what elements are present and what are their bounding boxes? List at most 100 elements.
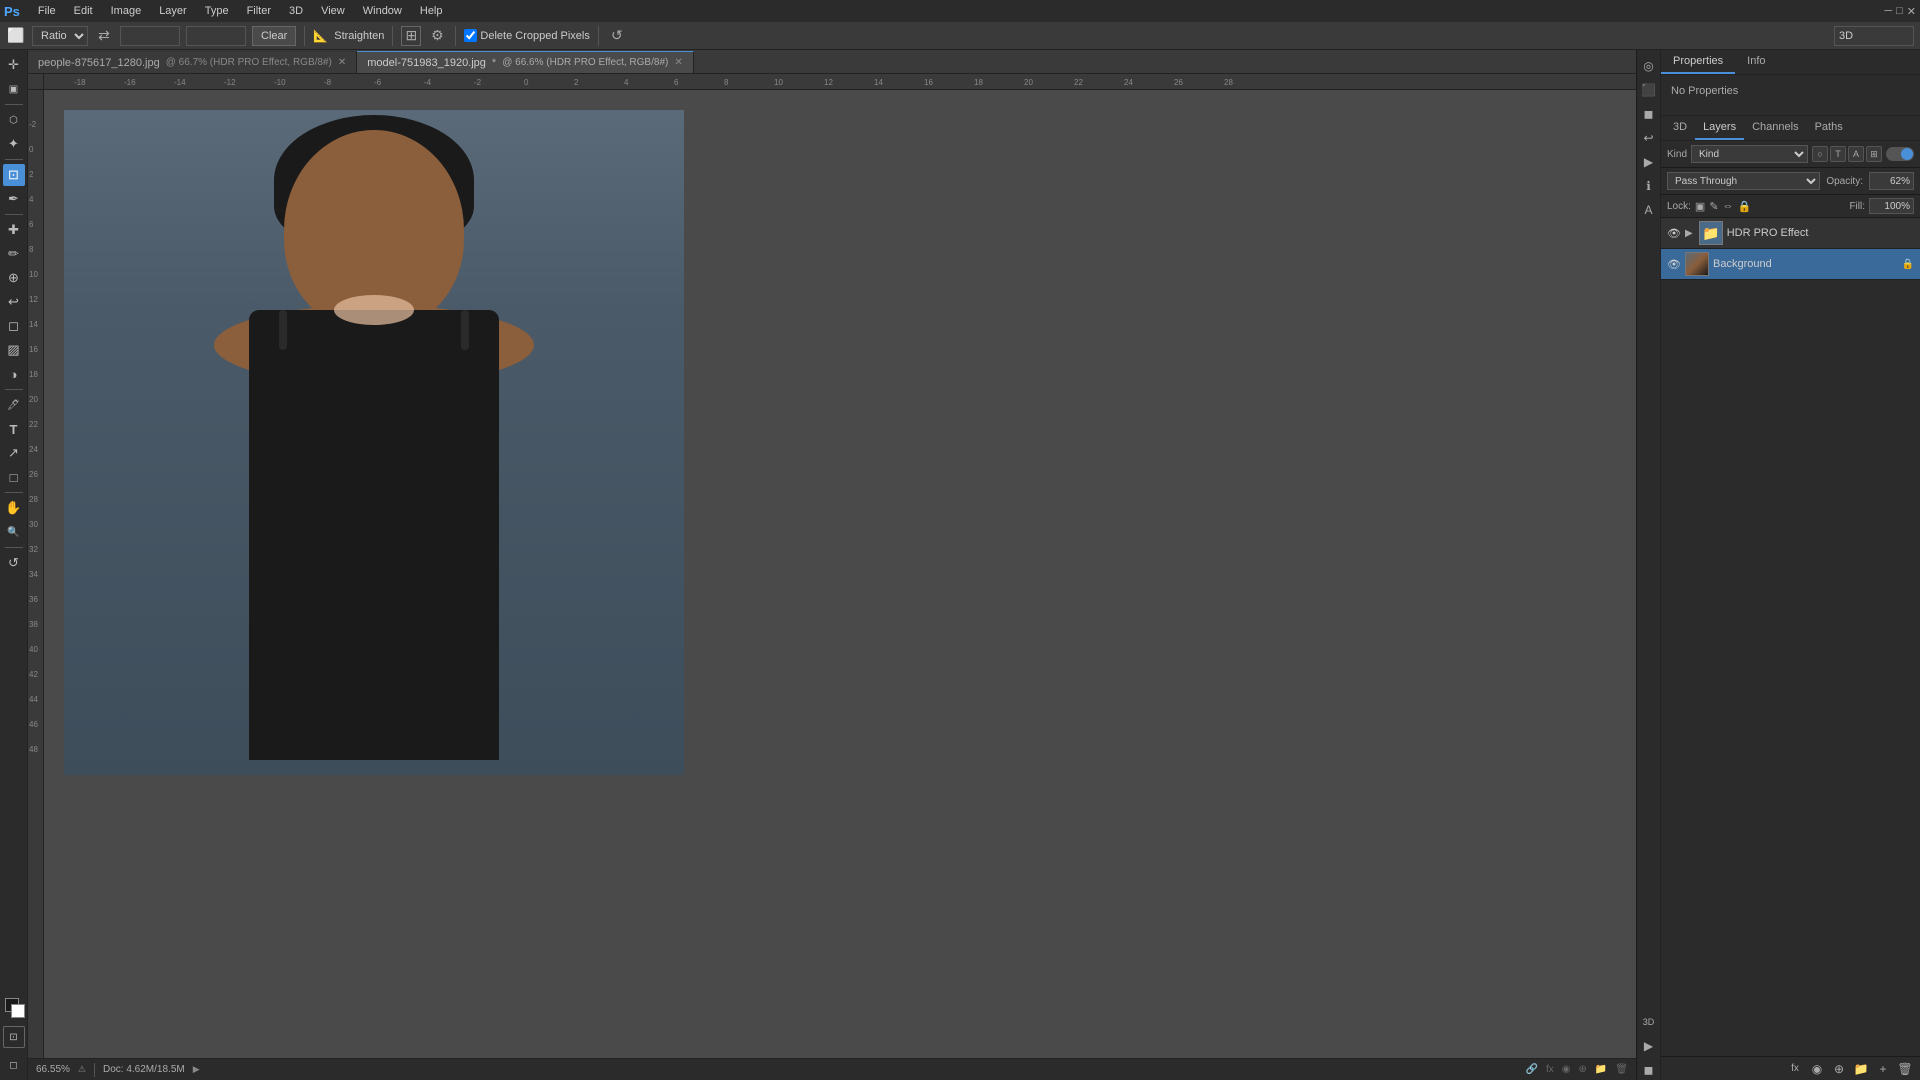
zoom-tool[interactable]: 🔍 (3, 521, 25, 543)
path-select-tool[interactable]: ↗ (3, 442, 25, 464)
layer-group-visibility-icon[interactable]: 👁 (1667, 226, 1681, 240)
reset-icon[interactable]: ↺ (607, 26, 627, 46)
menu-file[interactable]: File (30, 3, 64, 19)
menu-window[interactable]: Window (355, 3, 410, 19)
color-swatches[interactable] (3, 996, 25, 1020)
ratio-select[interactable]: Ratio (32, 26, 88, 46)
tab-channels[interactable]: Channels (1744, 116, 1806, 140)
layer-group-hdr[interactable]: 👁 ▶ 📁 HDR PRO Effect (1661, 218, 1920, 249)
footer-mask-icon[interactable]: ◉ (1808, 1060, 1826, 1078)
tab-layers[interactable]: Layers (1695, 116, 1744, 140)
blend-mode-select[interactable]: Pass Through (1667, 172, 1820, 190)
right-icon-channels[interactable]: ◼ (1639, 104, 1659, 124)
height-input[interactable] (186, 26, 246, 46)
right-icon-char[interactable]: A (1639, 200, 1659, 220)
filter-shape-icon[interactable]: ⊞ (1866, 146, 1882, 162)
menu-help[interactable]: Help (412, 3, 451, 19)
menu-3d[interactable]: 3D (281, 3, 311, 19)
filter-pixel-icon[interactable]: ○ (1812, 146, 1828, 162)
minimize-button[interactable]: ─ (1884, 5, 1892, 18)
text-tool[interactable]: T (3, 418, 25, 440)
hand-tool[interactable]: ✋ (3, 497, 25, 519)
layer-background[interactable]: 👁 Background 🔒 (1661, 249, 1920, 280)
filter-type-icon[interactable]: T (1830, 146, 1846, 162)
lock-transparent-icon[interactable]: ▣ (1695, 200, 1705, 213)
menu-view[interactable]: View (313, 3, 353, 19)
dodge-tool[interactable]: ◑ (3, 363, 25, 385)
heal-tool[interactable]: ✚ (3, 219, 25, 241)
opacity-input[interactable] (1869, 172, 1914, 190)
fill-input[interactable] (1869, 198, 1914, 214)
right-icon-history[interactable]: ↩ (1639, 128, 1659, 148)
delete-cropped-checkbox[interactable] (464, 29, 477, 42)
status-adjust-icon[interactable]: ⊕ (1578, 1064, 1586, 1075)
footer-new-icon[interactable]: + (1874, 1060, 1892, 1078)
close-button[interactable]: ✕ (1907, 5, 1916, 18)
tab-0-close[interactable]: ✕ (338, 57, 346, 68)
tab-info[interactable]: Info (1735, 50, 1777, 74)
canvas-scroll[interactable] (44, 90, 1636, 1058)
right-icon-info[interactable]: ℹ (1639, 176, 1659, 196)
screen-mode[interactable]: ◻ (3, 1054, 25, 1076)
status-link-icon[interactable]: 🔗 (1525, 1064, 1537, 1075)
layer-group-expand-icon[interactable]: ▶ (1685, 228, 1693, 239)
delete-cropped-label[interactable]: Delete Cropped Pixels (464, 29, 589, 42)
status-fx-button[interactable]: fx (1546, 1064, 1554, 1075)
menu-filter[interactable]: Filter (239, 3, 279, 19)
status-folder-icon[interactable]: 📁 (1595, 1064, 1607, 1075)
status-mask-icon[interactable]: ◉ (1562, 1064, 1571, 1075)
gradient-tool[interactable]: ▨ (3, 339, 25, 361)
filter-toggle[interactable] (1886, 147, 1914, 161)
tab-1-close[interactable]: ✕ (674, 57, 682, 68)
right-icon-measure[interactable]: ◼ (1639, 1060, 1659, 1080)
pen-tool[interactable]: 🖊 (3, 394, 25, 416)
maximize-button[interactable]: □ (1896, 5, 1903, 18)
lasso-tool[interactable]: ⬡ (3, 109, 25, 131)
status-arrow[interactable]: ▶ (193, 1064, 200, 1075)
lock-image-icon[interactable]: ✎ (1709, 200, 1718, 213)
footer-group-icon[interactable]: 📁 (1852, 1060, 1870, 1078)
brush-tool[interactable]: ✏ (3, 243, 25, 265)
tab-3d[interactable]: 3D (1665, 116, 1695, 140)
menu-layer[interactable]: Layer (151, 3, 195, 19)
artboard-tool[interactable]: ▣ (3, 78, 25, 100)
grid-icon[interactable]: ⊞ (401, 26, 421, 46)
left-ruler-mark-30: 30 (29, 520, 38, 529)
rotate-view-tool[interactable]: ↺ (3, 552, 25, 574)
tab-properties[interactable]: Properties (1661, 50, 1735, 74)
tab-paths[interactable]: Paths (1807, 116, 1851, 140)
right-icon-properties[interactable]: ◎ (1639, 56, 1659, 76)
tab-1[interactable]: model-751983_1920.jpg * @ 66.6% (HDR PRO… (357, 51, 693, 73)
footer-adjust-icon[interactable]: ⊕ (1830, 1060, 1848, 1078)
swap-icon[interactable]: ⇄ (94, 26, 114, 46)
eyedropper-tool[interactable]: ✒ (3, 188, 25, 210)
footer-trash-icon[interactable]: 🗑 (1896, 1060, 1914, 1078)
kind-select[interactable]: Kind (1691, 145, 1808, 163)
lock-all-icon[interactable]: 🔒 (1738, 200, 1752, 213)
right-icon-3d[interactable]: 3D (1639, 1012, 1659, 1032)
clone-tool[interactable]: ⊕ (3, 267, 25, 289)
clear-button[interactable]: Clear (252, 26, 296, 46)
crop-tool[interactable]: ⊡ (3, 164, 25, 186)
right-icon-timeline[interactable]: ▶ (1639, 1036, 1659, 1056)
move-tool[interactable]: ✛ (3, 54, 25, 76)
3d-field[interactable] (1834, 26, 1914, 46)
right-icon-actions[interactable]: ▶ (1639, 152, 1659, 172)
rectangle-tool[interactable]: □ (3, 466, 25, 488)
tab-0[interactable]: people-875617_1280.jpg @ 66.7% (HDR PRO … (28, 51, 357, 73)
settings-icon[interactable]: ⚙ (427, 26, 447, 46)
eraser-tool[interactable]: ◻ (3, 315, 25, 337)
filter-adjust-icon[interactable]: A (1848, 146, 1864, 162)
history-tool[interactable]: ↩ (3, 291, 25, 313)
quick-mask[interactable]: ⊡ (3, 1026, 25, 1048)
footer-fx-icon[interactable]: fx (1786, 1060, 1804, 1078)
magic-wand-tool[interactable]: ✦ (3, 133, 25, 155)
width-input[interactable] (120, 26, 180, 46)
menu-image[interactable]: Image (103, 3, 150, 19)
menu-edit[interactable]: Edit (66, 3, 101, 19)
menu-type[interactable]: Type (197, 3, 237, 19)
status-trash-icon[interactable]: 🗑 (1615, 1064, 1628, 1075)
layer-background-visibility-icon[interactable]: 👁 (1667, 257, 1681, 271)
right-icon-layers[interactable]: ⬛ (1639, 80, 1659, 100)
lock-position-icon[interactable]: ⇔ (1723, 200, 1734, 212)
